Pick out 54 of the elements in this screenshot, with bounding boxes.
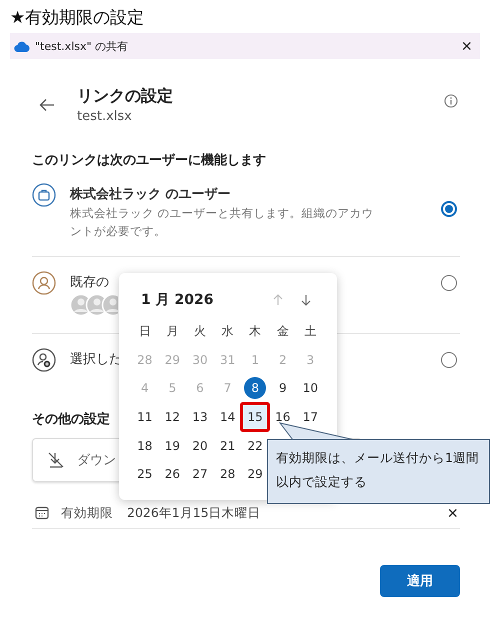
dialog-title: "test.xlsx" の共有 <box>35 38 130 54</box>
calendar-day[interactable]: 10 <box>301 377 320 400</box>
calendar-day[interactable]: 18 <box>136 434 154 457</box>
calendar-day[interactable]: 22 <box>246 434 264 457</box>
radio-button[interactable] <box>441 275 457 291</box>
page-title: ★有効期限の設定 <box>9 7 146 30</box>
calendar-day[interactable]: 8 <box>244 377 266 400</box>
calendar-day[interactable]: 27 <box>190 463 209 486</box>
calendar-day[interactable]: 19 <box>163 434 182 457</box>
panel-title: リンクの設定 <box>77 86 173 107</box>
calendar-day[interactable]: 9 <box>274 377 292 400</box>
section-heading: このリンクは次のユーザーに機能します <box>32 152 266 169</box>
calendar-day[interactable]: 26 <box>163 463 182 486</box>
calendar-day[interactable]: 11 <box>136 406 154 428</box>
weekday-label: 水 <box>222 322 234 340</box>
weekday-label: 金 <box>276 322 289 340</box>
back-arrow-icon[interactable] <box>39 98 55 112</box>
option-title: 既存の <box>70 274 109 291</box>
close-button[interactable]: × <box>461 37 472 55</box>
calendar-day[interactable]: 28 <box>218 463 237 486</box>
clear-button[interactable]: × <box>447 504 458 522</box>
calendar-day[interactable]: 17 <box>301 406 320 428</box>
cloud-icon <box>14 40 30 52</box>
calendar-day[interactable]: 15 <box>240 402 270 432</box>
weekday-label: 火 <box>194 322 206 340</box>
calendar-day[interactable]: 14 <box>218 406 237 428</box>
calendar-day[interactable]: 20 <box>190 434 209 457</box>
weekday-label: 日 <box>138 322 151 340</box>
download-off-icon <box>47 451 65 469</box>
calendar-day[interactable]: 12 <box>163 406 182 428</box>
weekday-label: 木 <box>249 322 262 340</box>
radio-button[interactable] <box>441 352 457 368</box>
person-icon <box>32 271 56 295</box>
briefcase-icon <box>32 183 56 207</box>
option-title: 株式会社ラック のユーザー <box>70 186 231 203</box>
info-icon[interactable] <box>444 94 458 108</box>
person-add-icon <box>32 348 56 372</box>
callout-text: 有効期限は、メール送付から1週間以内で設定する <box>276 450 479 489</box>
weekday-label: 月 <box>166 322 178 340</box>
expiry-date: 2026年1月15日木曜日 <box>127 504 262 522</box>
calendar-day[interactable]: 29 <box>246 463 264 486</box>
option-description: 株式会社ラック のユーザーと共有します。組織のアカウントが必要です。 <box>70 205 375 240</box>
calendar-icon <box>35 506 49 520</box>
expiry-label: 有効期限 <box>61 504 113 522</box>
weekday-label: 土 <box>304 322 316 340</box>
month-label: 1 月 2026 <box>141 291 214 309</box>
section-heading: その他の設定 <box>32 410 110 428</box>
file-name: test.xlsx <box>77 109 132 124</box>
arrow-down-icon[interactable] <box>301 294 311 306</box>
apply-button[interactable]: 適用 <box>380 565 460 597</box>
calendar-day[interactable]: 21 <box>218 434 237 457</box>
radio-button[interactable] <box>441 201 457 217</box>
calendar-day[interactable]: 25 <box>136 463 154 486</box>
calendar-day[interactable]: 13 <box>190 406 209 428</box>
